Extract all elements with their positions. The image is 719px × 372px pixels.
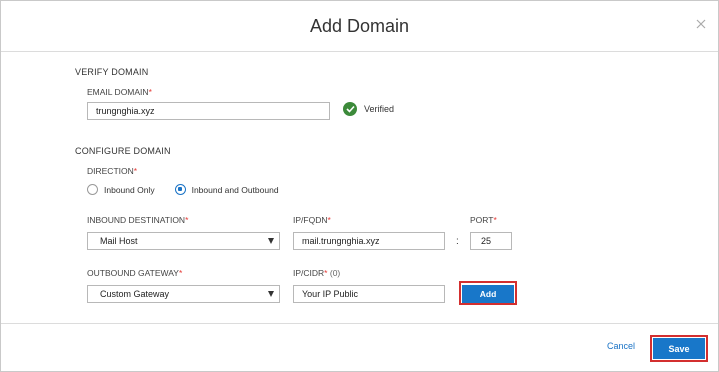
ip-fqdn-label: IP/FQDN* [293,215,331,225]
configure-domain-heading: CONFIGURE DOMAIN [75,146,171,156]
required-mark: * [133,166,138,176]
dialog-header: Add Domain [1,1,718,52]
radio-inbound-only-label: Inbound Only [104,184,155,195]
radio-inbound-and-outbound[interactable]: Inbound and Outbound [174,184,279,195]
add-button-highlight: Add [459,281,517,305]
ip-cidr-input[interactable]: Your IP Public [293,285,445,303]
ip-cidr-label-text: IP/CIDR [293,268,325,278]
save-button-highlight: Save [650,335,708,362]
add-ip-cidr-button[interactable]: Add [462,285,514,303]
ip-cidr-label: IP/CIDR* (0) [293,268,340,278]
cancel-button[interactable]: Cancel [607,341,635,351]
save-button[interactable]: Save [653,338,705,359]
inbound-destination-value: Mail Host [100,236,138,246]
host-port-separator: : [456,236,459,247]
direction-label-text: DIRECTION [87,166,134,176]
outbound-gateway-value: Custom Gateway [100,289,170,299]
verified-text: Verified [364,104,395,114]
chevron-down-icon [268,238,274,244]
dialog-title: Add Domain [309,16,410,36]
verify-domain-heading: VERIFY DOMAIN [75,67,149,77]
radio-inbound-and-outbound-label: Inbound and Outbound [191,184,279,195]
required-mark: * [185,215,189,225]
ip-fqdn-label-text: IP/FQDN [293,215,328,225]
chevron-down-icon [268,291,274,297]
required-mark: * [493,215,497,225]
add-domain-dialog: Add Domain VERIFY DOMAIN EMAIL DOMAIN* t… [0,0,719,372]
email-domain-label-text: EMAIL DOMAIN [87,87,149,97]
outbound-gateway-label-text: OUTBOUND GATEWAY [87,268,179,278]
outbound-gateway-label: OUTBOUND GATEWAY* [87,268,182,278]
required-mark: * [324,268,328,278]
radio-inbound-only[interactable]: Inbound Only [87,184,155,195]
required-mark: * [178,268,183,278]
direction-label: DIRECTION* [87,166,137,176]
outbound-gateway-select[interactable]: Custom Gateway [87,285,280,303]
ip-cidr-count: (0) [329,268,341,278]
ip-fqdn-input[interactable]: mail.trungnghia.xyz [293,232,445,250]
port-input[interactable]: 25 [470,232,512,250]
port-label-text: PORT [470,215,494,225]
required-mark: * [327,215,331,225]
email-domain-input[interactable]: trungnghia.xyz [87,102,330,120]
inbound-destination-label: INBOUND DESTINATION* [87,215,188,225]
verified-status: Verified [343,102,394,116]
close-icon[interactable] [694,17,708,31]
inbound-destination-select[interactable]: Mail Host [87,232,280,250]
direction-radio-group: Inbound Only Inbound and Outbound [87,184,299,195]
radio-circle-icon[interactable] [87,184,98,195]
required-mark: * [148,87,152,97]
email-domain-label: EMAIL DOMAIN* [87,87,152,97]
check-circle-icon [343,102,357,116]
inbound-destination-label-text: INBOUND DESTINATION [87,215,186,225]
radio-selected-icon[interactable] [174,184,186,195]
port-label: PORT* [470,215,497,225]
